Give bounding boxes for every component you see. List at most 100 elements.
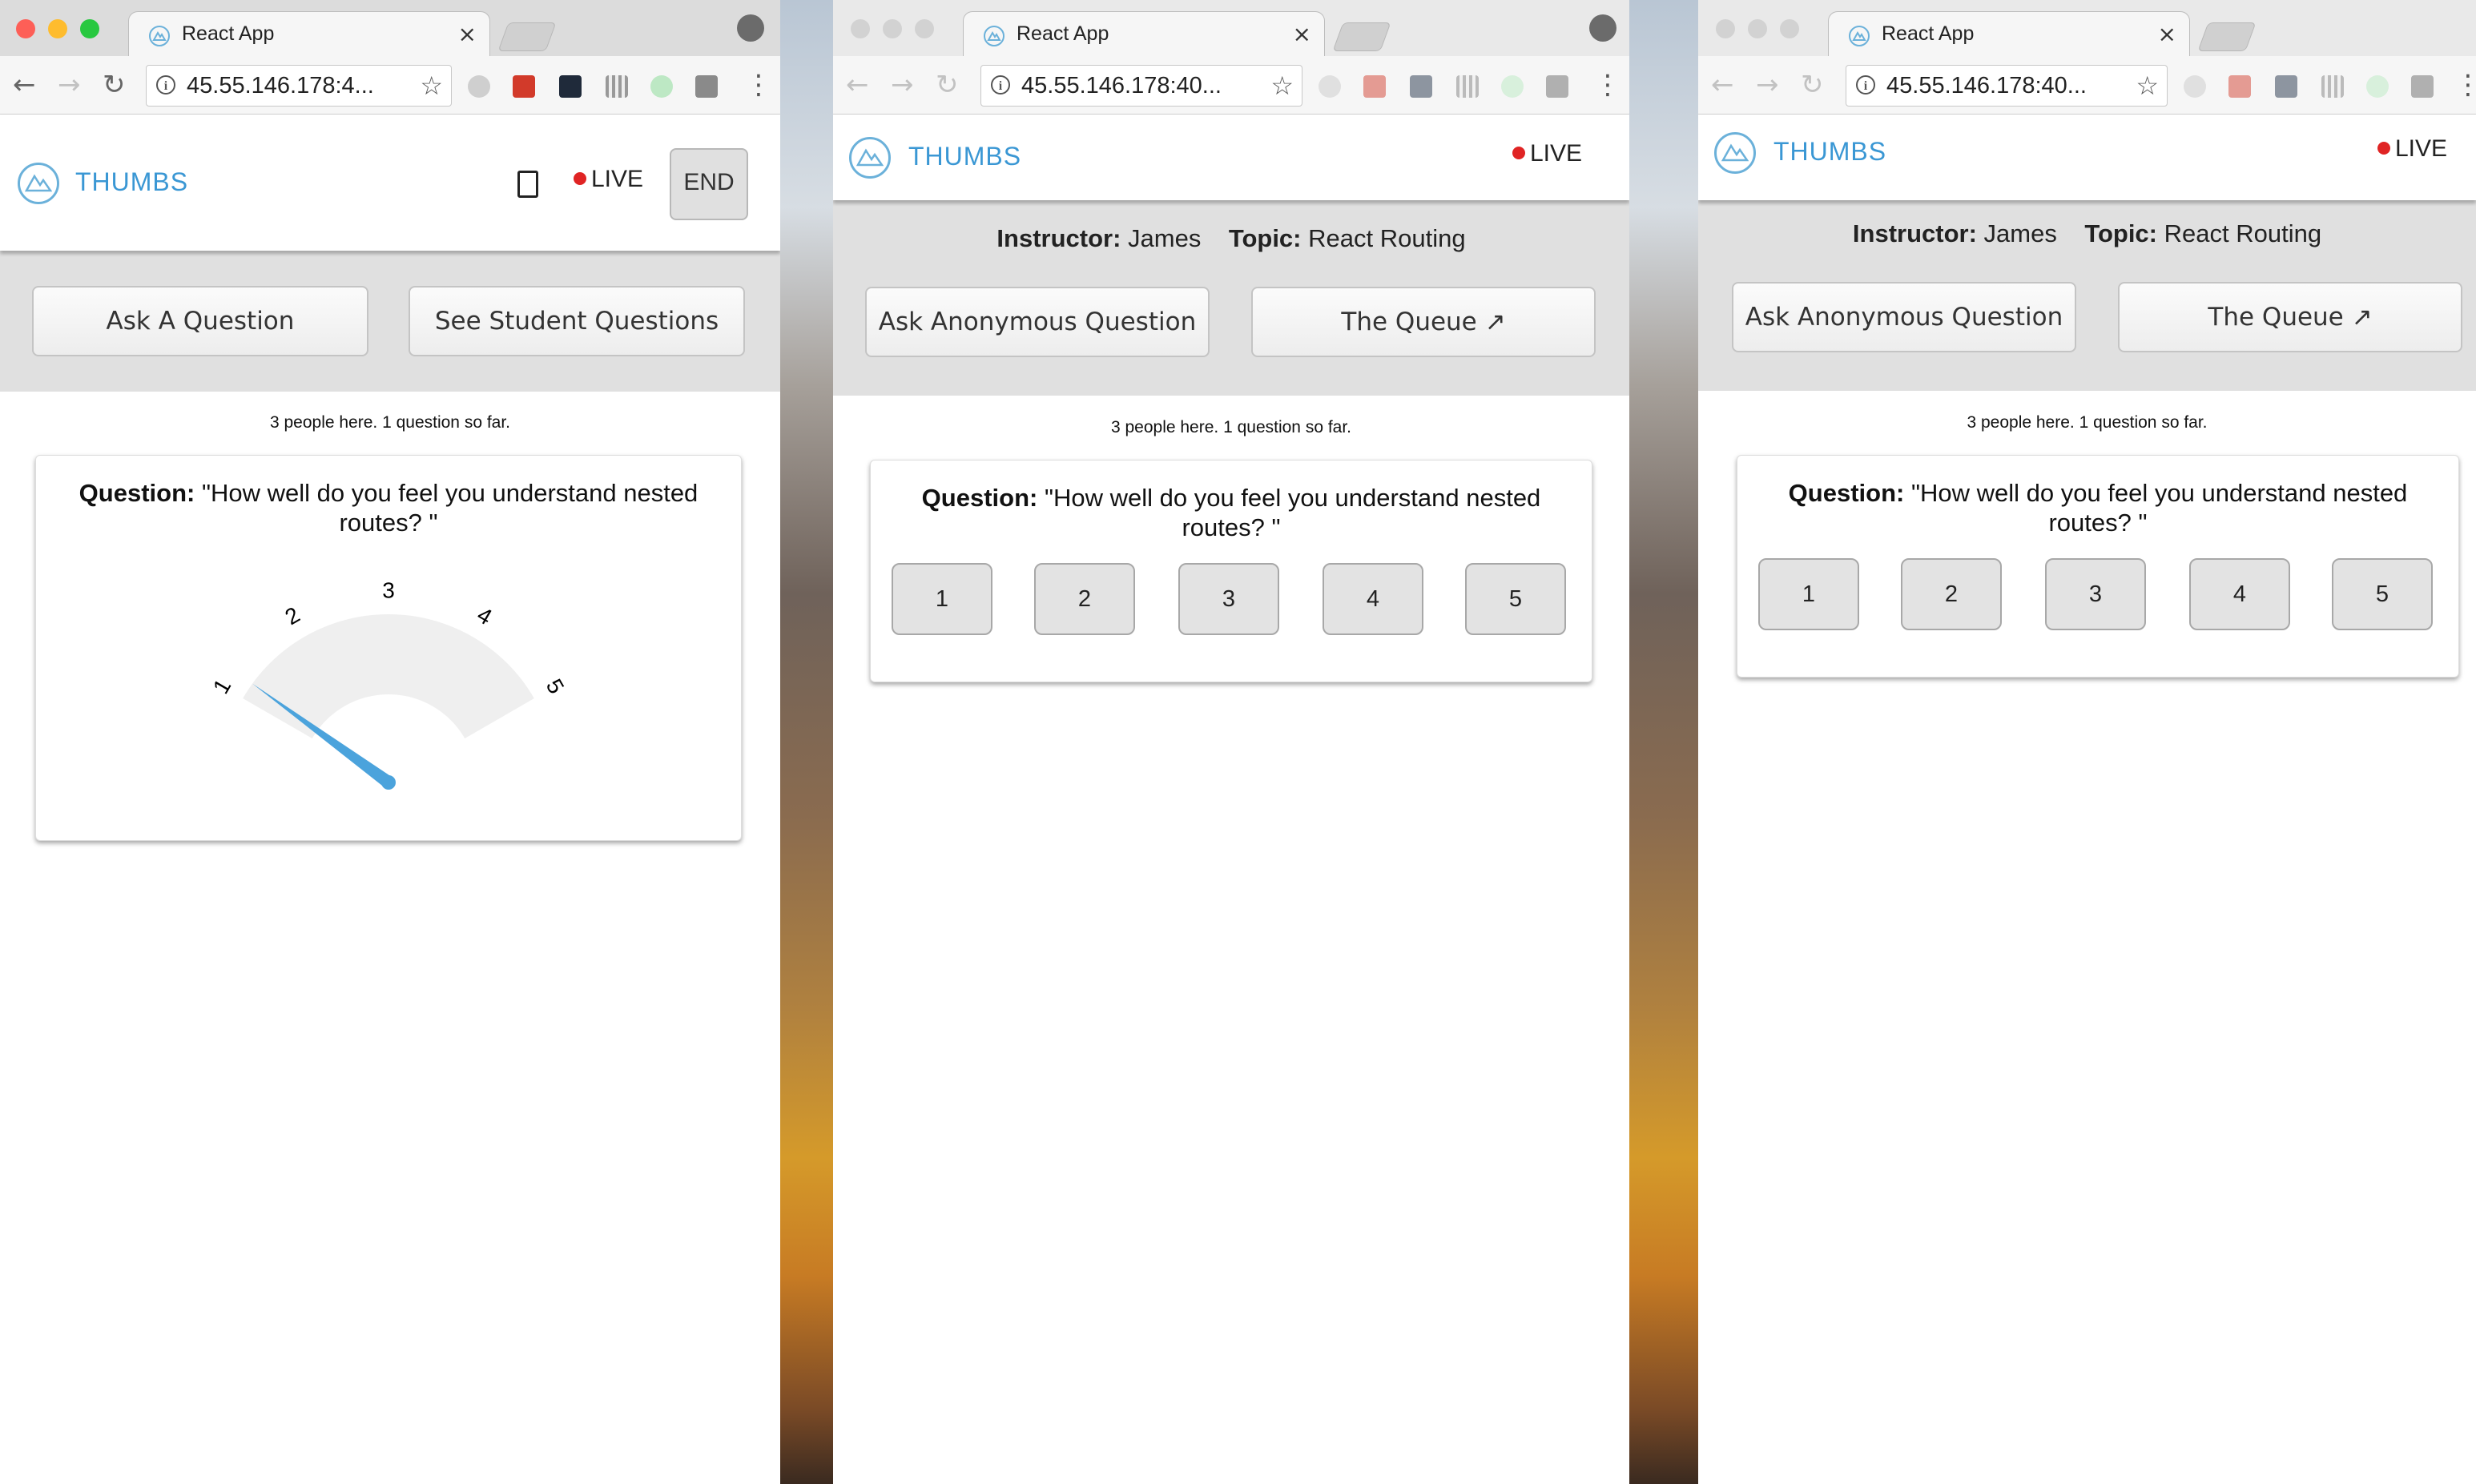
rating-button-4[interactable]: 4 [2189,558,2290,630]
minimize-window-button[interactable] [48,19,67,38]
bookmark-star-icon[interactable]: ☆ [420,70,443,101]
live-indicator: LIVE [2377,135,2447,163]
lastpass-extension-icon[interactable] [2228,75,2251,98]
forward-icon[interactable]: → [1756,69,1779,101]
stripes-extension-icon[interactable] [2321,75,2344,98]
tab-strip: React App × [0,0,780,58]
info-icon[interactable]: i [156,75,175,95]
zoom-window-button[interactable] [1780,19,1799,38]
question-body: "How well do you feel you understand nes… [1044,484,1541,541]
close-window-button[interactable] [851,19,870,38]
rating-button-3[interactable]: 3 [1178,563,1279,635]
ask-anonymous-question-button[interactable]: Ask Anonymous Question [865,287,1210,357]
close-window-button[interactable] [16,19,35,38]
see-student-questions-button[interactable]: See Student Questions [409,286,745,356]
info-icon[interactable]: i [991,75,1010,95]
back-icon[interactable]: ← [13,69,36,101]
brand-name: THUMBS [908,142,1022,171]
gauge-svg: 1 2 3 4 5 [208,577,570,790]
browser-tab[interactable]: React App × [128,11,490,58]
end-session-button[interactable]: END [670,148,748,220]
zoom-window-button[interactable] [915,19,934,38]
browser-window-student-1: React App × ← → ↻ i 45.55.146.178:40... … [833,0,1629,1484]
angular-extension-icon[interactable] [695,75,718,98]
forward-icon[interactable]: → [891,69,914,101]
bookmark-star-icon[interactable]: ☆ [2136,70,2159,101]
menu-dots-icon[interactable]: ⋮ [745,69,772,101]
drive-extension-icon[interactable] [2184,75,2206,98]
rating-button-3[interactable]: 3 [2045,558,2146,630]
new-tab-button[interactable] [497,22,557,51]
angular-extension-icon[interactable] [1546,75,1568,98]
rating-button-1[interactable]: 1 [892,563,992,635]
close-tab-icon[interactable]: × [1293,21,1311,47]
rating-button-2[interactable]: 2 [1034,563,1135,635]
ask-anonymous-question-button[interactable]: Ask Anonymous Question [1732,282,2076,352]
app-header: THUMBS LIVE [833,115,1629,200]
drive-extension-icon[interactable] [468,75,490,98]
rating-button-2[interactable]: 2 [1901,558,2002,630]
rating-button-4[interactable]: 4 [1323,563,1423,635]
rating-button-5[interactable]: 5 [1465,563,1566,635]
session-stats: 3 people here. 1 question so far. [1967,413,2208,432]
url-text: 45.55.146.178:40... [1886,73,2087,99]
minimize-window-button[interactable] [883,19,902,38]
live-label: LIVE [591,166,644,192]
the-queue-button[interactable]: The Queue ↗ [2118,282,2462,352]
back-icon[interactable]: ← [1711,69,1734,101]
react-devtools-extension-icon[interactable] [2275,75,2297,98]
react-devtools-extension-icon[interactable] [559,75,582,98]
drive-extension-icon[interactable] [1319,75,1341,98]
instructor-name: James [1983,219,2057,247]
reload-icon[interactable]: ↻ [1801,69,1824,101]
menu-dots-icon[interactable]: ⋮ [2454,69,2476,101]
back-icon[interactable]: ← [846,69,869,101]
question-text: Question: "How well do you feel you unde… [1753,478,2442,537]
clipboard-icon[interactable] [517,171,538,198]
zoom-window-button[interactable] [80,19,99,38]
stripes-extension-icon[interactable] [606,75,628,98]
live-dot-icon [574,172,586,185]
rating-button-1[interactable]: 1 [1758,558,1859,630]
bookmark-star-icon[interactable]: ☆ [1270,70,1294,101]
close-tab-icon[interactable]: × [2158,21,2176,47]
tab-strip: React App × [833,0,1629,58]
thumbs-logo-icon [1714,132,1756,174]
address-bar[interactable]: i 45.55.146.178:40... ☆ [1846,65,2168,107]
target-extension-icon[interactable] [2366,75,2389,98]
app-header: THUMBS LIVE END [0,115,780,251]
close-window-button[interactable] [1716,19,1735,38]
the-queue-button[interactable]: The Queue ↗ [1251,287,1596,357]
react-devtools-extension-icon[interactable] [1410,75,1432,98]
browser-tab[interactable]: React App × [963,11,1325,58]
lastpass-extension-icon[interactable] [1363,75,1386,98]
browser-tab[interactable]: React App × [1828,11,2190,58]
react-favicon-icon [149,26,170,46]
live-dot-icon [2377,142,2390,155]
url-text: 45.55.146.178:4... [187,73,374,99]
browser-window-student-2: React App × ← → ↻ i 45.55.146.178:40... … [1698,0,2476,1484]
target-extension-icon[interactable] [1501,75,1524,98]
new-tab-button[interactable] [2197,22,2257,51]
question-card: Question: "How well do you feel you unde… [870,460,1592,682]
lastpass-extension-icon[interactable] [513,75,535,98]
angular-extension-icon[interactable] [2411,75,2434,98]
profile-icon[interactable] [1589,14,1616,42]
target-extension-icon[interactable] [650,75,673,98]
rating-button-5[interactable]: 5 [2332,558,2433,630]
menu-dots-icon[interactable]: ⋮ [1594,69,1621,101]
instructor-label: Instructor: [1852,219,1977,247]
gauge-label-5: 5 [541,674,570,698]
profile-icon[interactable] [737,14,764,42]
close-tab-icon[interactable]: × [458,21,477,47]
reload-icon[interactable]: ↻ [936,69,959,101]
reload-icon[interactable]: ↻ [103,69,126,101]
minimize-window-button[interactable] [1748,19,1767,38]
new-tab-button[interactable] [1332,22,1391,51]
ask-question-button[interactable]: Ask A Question [32,286,368,356]
forward-icon[interactable]: → [58,69,81,101]
info-icon[interactable]: i [1856,75,1875,95]
address-bar[interactable]: i 45.55.146.178:40... ☆ [980,65,1302,107]
stripes-extension-icon[interactable] [1456,75,1479,98]
address-bar[interactable]: i 45.55.146.178:4... ☆ [146,65,452,107]
